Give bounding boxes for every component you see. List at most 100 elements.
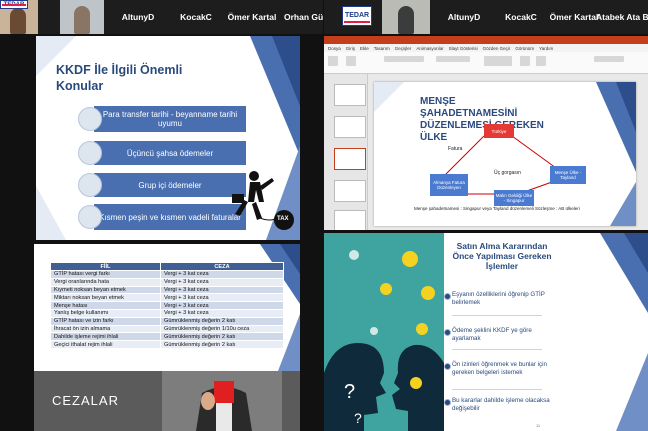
bullet-circle	[78, 141, 102, 165]
slide-title: Satın Alma Kararından Önce Yapılması Ger…	[452, 241, 552, 271]
slide-title: KKDF İle İlgili Önemli Konular	[56, 63, 183, 93]
table-row: Miktarı noksan beyan etmek Vergi + 3 kat …	[50, 293, 284, 303]
participant-name: AltunyD	[447, 12, 481, 22]
bullet-circle	[444, 293, 451, 300]
bullet-circle	[444, 399, 451, 406]
cell-act: Geçici ithalat rejim ihlali	[50, 340, 161, 349]
cell-penalty: Gümrüklenmiş değerin 2 katı	[160, 340, 284, 349]
participant-tile-3[interactable]: Ömer Kartal	[224, 0, 280, 34]
cell-act: GTİP hatası vergi farkı	[50, 270, 161, 279]
cell-penalty: Gümrüklenmiş değerin 2 katı	[160, 316, 284, 326]
logo-stripe	[2, 4, 26, 6]
cell-penalty: Vergi + 3 kat ceza	[160, 301, 284, 310]
new-slide-icon[interactable]	[346, 56, 356, 66]
powerpoint-title-bar	[324, 36, 648, 44]
slide-bullet-3: Ön izinleri öğrenmek ve bunlar için gere…	[452, 361, 547, 376]
ribbon-tab-insert[interactable]: Ekle	[360, 46, 369, 51]
participant-tile-1[interactable]: AltunyD	[432, 0, 496, 34]
bullet-circle	[444, 329, 451, 336]
node-turkey: Türkiye	[484, 124, 514, 138]
paragraph-icon[interactable]	[436, 56, 470, 62]
cell-penalty: Vergi + 3 kat ceza	[160, 277, 284, 287]
bullet-circle	[444, 363, 451, 370]
referee-red-card-illustration	[162, 371, 282, 431]
cell-penalty: Vergi + 3 kat ceza	[160, 293, 284, 303]
ribbon-tab-animations[interactable]: Animasyonlar	[416, 46, 443, 51]
tax-ball-label: TAX	[277, 216, 289, 222]
cell-penalty: Vergi + 3 kat ceza	[160, 270, 284, 279]
slide-thumbnail[interactable]	[334, 116, 366, 138]
quick-styles-icon[interactable]	[536, 56, 546, 66]
slide-thumbnail-selected[interactable]	[334, 148, 366, 170]
businessman-tax-ball-illustration	[232, 171, 294, 230]
shared-screen-powerpoint[interactable]: Dosya Giriş Ekle Tasarım Geçişler Animas…	[324, 36, 648, 230]
column-header-penalty: CEZA	[160, 262, 284, 271]
ribbon-tab-design[interactable]: Tasarım	[374, 46, 390, 51]
participant-tile-4[interactable]: Orhan Güne	[284, 0, 323, 34]
node-invoice-issuer: Almanya Fatura Düzenleyen	[430, 174, 468, 196]
slide-origin-certificate[interactable]: MENŞE ŞAHADETNAMESİNİ DÜZENLEMESİ GEREKE…	[374, 82, 636, 226]
participant-name: Orhan Güne	[284, 12, 323, 22]
slide-footnote: Menşe şahadetnamesi : Singapur veya Tayl…	[414, 206, 580, 211]
slide-bullet-1: Para transfer tarihi - beyanname tarihi …	[94, 106, 246, 132]
table-header-row: FİİL CEZA	[50, 262, 284, 271]
font-icon[interactable]	[384, 56, 424, 62]
table-row: Yanlış belge kullanımı Vergi + 3 kat ceza	[50, 308, 284, 318]
cell-act: GTİP hatası ve izin farkı	[50, 316, 161, 326]
arrange-icon[interactable]	[520, 56, 530, 66]
participant-strip-left: AltunyD KocakC Ömer Kartal Orhan Güne TE…	[0, 0, 323, 34]
shared-screen-kkdf-slide[interactable]: KKDF İle İlgili Önemli Konular Para tran…	[36, 36, 300, 240]
shared-screen-purchase-slide[interactable]: ? ? Satın Alma Kararından Önce Yapılması…	[324, 233, 648, 431]
table-row: Vergi oranlarında hata Vergi + 3 kat ceza	[50, 277, 284, 287]
bullet-divider	[452, 315, 542, 316]
participant-tile-3[interactable]: Ömer Kartal	[546, 0, 602, 34]
cell-act: Miktarı noksan beyan etmek	[50, 293, 161, 303]
participant-video-man[interactable]	[60, 0, 104, 34]
ribbon-tab-help[interactable]: Yardım	[539, 46, 553, 51]
slide-bullet-1: Eşyanın özelliklerini öğrenip GTİP belir…	[452, 291, 545, 306]
table-row: Dahilde işleme rejimi ihlali Gümrüklenmiş…	[50, 332, 284, 342]
node-origin-country: Menşe Ülke - Tayland	[550, 166, 586, 184]
slide-bullet-2: Ödeme şeklini KKDF ye göre ayarlamak	[452, 327, 532, 342]
bullet-circle	[78, 107, 102, 131]
penalties-table: FİİL CEZA GTİP hatası vergi farkı Vergi +…	[50, 262, 284, 349]
cell-penalty: Gümrüklenmiş değerin 2 katı	[160, 332, 284, 342]
ribbon-toolbar	[324, 52, 648, 74]
participant-name: KocakC	[505, 12, 537, 22]
participant-video-presenter[interactable]	[382, 0, 430, 34]
slide-bullet-4: Kısmen peşin ve kısmen vadeli faturalar	[94, 204, 246, 230]
participant-tile-2[interactable]: KocakC	[496, 0, 546, 34]
slide-thumbnail[interactable]	[334, 180, 366, 202]
shapes-icon[interactable]	[484, 56, 512, 66]
person-silhouette	[74, 6, 90, 34]
participant-tile-4[interactable]: Atabek Ata Bo	[596, 0, 648, 34]
slide-thumbnail[interactable]	[334, 84, 366, 106]
slide-thumbnail[interactable]	[334, 210, 366, 230]
cell-penalty: Vergi + 3 kat ceza	[160, 308, 284, 318]
ribbon-tab-review[interactable]: Gözden Geçir	[483, 46, 511, 51]
paste-icon[interactable]	[328, 56, 338, 66]
participant-name: Ömer Kartal	[549, 12, 599, 22]
slide-bullet-3: Grup içi ödemeler	[94, 173, 246, 197]
person-silhouette	[398, 6, 414, 34]
ribbon-tab-view[interactable]: Görünüm	[515, 46, 534, 51]
tedar-logo: TEDAR	[342, 6, 372, 26]
bullet-circle	[78, 173, 102, 197]
cell-penalty: Vergi + 3 kat ceza	[160, 285, 284, 295]
participant-name: KocakC	[180, 12, 212, 22]
shared-screen-penalties-slide[interactable]: FİİL CEZA GTİP hatası vergi farkı Vergi +…	[34, 244, 300, 431]
ribbon-tab-home[interactable]: Giriş	[346, 46, 355, 51]
table-row: Geçici ithalat rejim ihlali Gümrüklenmiş …	[50, 340, 284, 349]
participant-name: Ömer Kartal	[227, 12, 277, 22]
ribbon-tab-transitions[interactable]: Geçişler	[395, 46, 412, 51]
ribbon-tab-bar: Dosya Giriş Ekle Tasarım Geçişler Animas…	[324, 44, 648, 52]
ribbon-tab-file[interactable]: Dosya	[328, 46, 341, 51]
table-row: Kıymeti noksan beyan etmek Vergi + 3 kat …	[50, 285, 284, 295]
slide-thumbnail-pane	[324, 74, 368, 230]
cell-act: Dahilde işleme rejimi ihlali	[50, 332, 161, 342]
ribbon-tab-slideshow[interactable]: Slayt Gösterisi	[449, 46, 478, 51]
participant-tile-2[interactable]: KocakC	[168, 0, 224, 34]
participant-tile-1[interactable]: AltunyD	[108, 0, 168, 34]
find-icon[interactable]	[594, 56, 624, 62]
table-row: GTİP hatası ve izin farkı Gümrüklenmiş de…	[50, 316, 284, 326]
